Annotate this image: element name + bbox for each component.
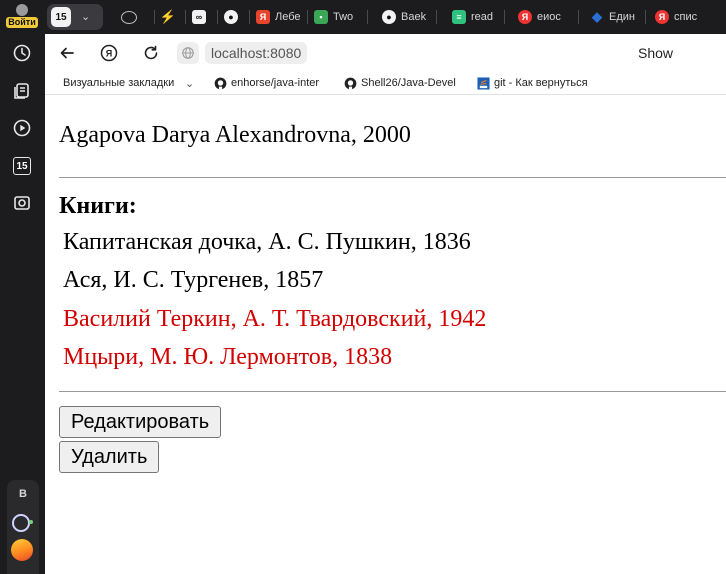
- stackoverflow-icon: [477, 76, 490, 90]
- book-item: Капитанская дочка, А. С. Пушкин, 1836: [63, 229, 471, 255]
- tab-read[interactable]: ≡ read: [452, 6, 500, 28]
- arrow-left-icon: [60, 47, 74, 59]
- reload-button[interactable]: [141, 43, 161, 63]
- book-item: Мцыри, М. Ю. Лермонтов, 1838: [63, 344, 393, 370]
- browser-sidebar: Войти 15 B: [0, 0, 45, 574]
- github-icon: ●: [224, 10, 238, 24]
- login-button[interactable]: Войти: [4, 2, 40, 32]
- drop-icon: ◆: [592, 9, 602, 24]
- reload-icon: [144, 45, 158, 60]
- music-icon: ⚡: [161, 9, 177, 24]
- tab-github[interactable]: ●: [224, 6, 246, 28]
- tab-separator: [217, 10, 218, 24]
- link-icon: ∞: [192, 10, 206, 24]
- book-item: Василий Теркин, А. Т. Твардовский, 1942: [63, 306, 487, 332]
- back-button[interactable]: [57, 43, 77, 63]
- chatgpt-icon: [121, 10, 137, 24]
- chevron-down-icon: ⌄: [81, 11, 91, 23]
- bookmark-shell26[interactable]: Shell26/Java-Devel: [344, 75, 464, 91]
- tab-baek[interactable]: ● Baek: [382, 6, 432, 28]
- edit-button[interactable]: Редактировать: [59, 406, 222, 438]
- yandex-home-button[interactable]: Я: [99, 43, 119, 63]
- tab-strip: 15 ⌄ ⚡ ∞ ● Я Лебе ▪ Two ● Baek ≡ read Я …: [45, 0, 726, 34]
- yandex-icon: Я: [655, 10, 669, 24]
- app-launcher-icon[interactable]: [11, 539, 33, 561]
- globe-icon: [177, 42, 199, 64]
- tab-separator: [578, 10, 579, 24]
- tabs-count-badge[interactable]: 15: [11, 155, 33, 177]
- collections-icon[interactable]: [11, 80, 33, 102]
- github-icon: [344, 77, 357, 89]
- tab-eios[interactable]: Я еиос: [518, 6, 574, 28]
- svg-text:Я: Я: [106, 49, 112, 59]
- tab-separator: [645, 10, 646, 24]
- sidebar-bottom-panel: B: [7, 480, 39, 574]
- chevron-down-icon[interactable]: ⌄: [185, 75, 195, 91]
- tab-separator: [367, 10, 368, 24]
- tab-separator: [307, 10, 308, 24]
- bookmark-visual-bookmarks[interactable]: Визуальные закладки: [63, 75, 181, 91]
- history-icon[interactable]: [11, 42, 33, 64]
- navigation-bar: Я localhost:8080 Show: [45, 34, 726, 72]
- book-item: Ася, И. С. Тургенев, 1857: [63, 267, 324, 293]
- tab-group-number-icon: 15: [51, 7, 71, 27]
- tab-lebe[interactable]: Я Лебе: [256, 6, 304, 28]
- delete-button[interactable]: Удалить: [59, 441, 160, 473]
- user-icon: [16, 4, 28, 16]
- tab-two[interactable]: ▪ Two: [314, 6, 364, 28]
- login-label: Войти: [6, 17, 38, 28]
- page-content: Agapova Darya Alexandrovna, 2000 Книги: …: [45, 95, 726, 574]
- bookmark-enhorse[interactable]: enhorse/java-inter: [214, 75, 332, 91]
- online-dot-icon: [29, 520, 33, 524]
- yandex-icon: Я: [518, 10, 532, 24]
- tab-spis[interactable]: Я спис: [655, 6, 715, 28]
- alice-assistant-icon[interactable]: [12, 514, 30, 532]
- doc-icon: ≡: [452, 10, 466, 24]
- github-icon: ●: [382, 10, 396, 24]
- sheet-icon: ▪: [314, 10, 328, 24]
- bookmarks-bar: Визуальные закладки ⌄ enhorse/java-inter…: [45, 72, 726, 95]
- tab-separator: [185, 10, 186, 24]
- yandex-logo-icon: Я: [100, 44, 118, 62]
- tab-group-selector[interactable]: 15 ⌄: [47, 4, 103, 30]
- video-play-icon[interactable]: [11, 117, 33, 139]
- address-field[interactable]: localhost:8080: [177, 41, 308, 65]
- tabs-count: 15: [16, 160, 28, 172]
- github-icon: [214, 77, 227, 89]
- tab-separator: [504, 10, 505, 24]
- screenshot-icon[interactable]: [11, 192, 33, 214]
- tab-edin[interactable]: ◆ Един: [590, 6, 640, 28]
- bookmark-letter-icon[interactable]: B: [7, 488, 39, 500]
- tab-link[interactable]: ∞: [192, 6, 214, 28]
- url-text: localhost:8080: [205, 42, 308, 64]
- rb-icon: Я: [256, 10, 270, 24]
- books-heading: Книги:: [59, 193, 137, 219]
- bookmark-git-stackoverflow[interactable]: git - Как вернуться: [477, 75, 597, 91]
- tab-chatgpt[interactable]: [121, 6, 151, 28]
- page-title-label: Show: [638, 45, 674, 61]
- tab-yandex-music[interactable]: ⚡: [161, 6, 183, 28]
- divider: [59, 177, 726, 178]
- person-info: Agapova Darya Alexandrovna, 2000: [59, 122, 411, 148]
- tab-separator: [154, 10, 155, 24]
- divider: [59, 391, 726, 392]
- tab-separator: [436, 10, 437, 24]
- tab-separator: [249, 10, 250, 24]
